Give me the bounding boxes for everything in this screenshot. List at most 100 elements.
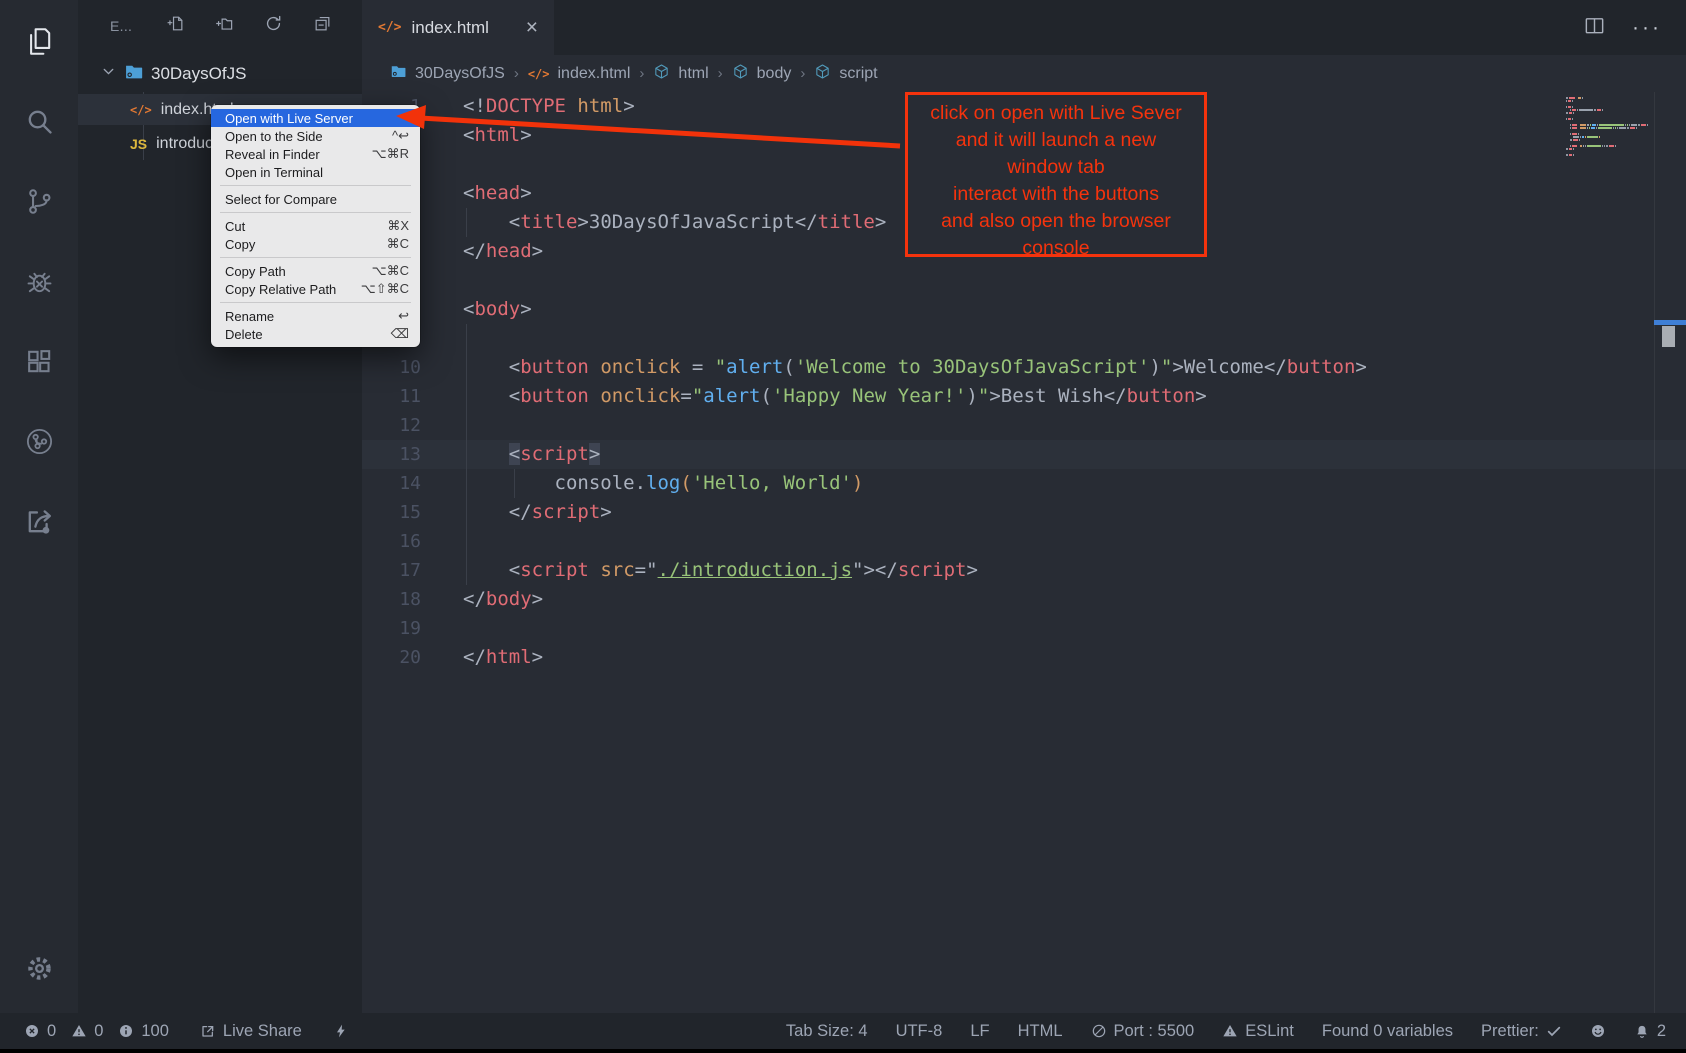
line-content — [421, 266, 463, 295]
status-item-0[interactable]: 0 — [24, 1022, 56, 1041]
status-item-live-share[interactable]: Live Share — [200, 1022, 302, 1041]
new-folder-icon[interactable] — [215, 14, 234, 38]
status-item-label: Prettier: — [1481, 1022, 1539, 1041]
menu-item-label: Copy — [225, 237, 371, 252]
status-item-eslint[interactable]: ESLint — [1222, 1022, 1294, 1041]
status-item-0[interactable]: 0 — [71, 1022, 103, 1041]
breadcrumb-separator: › — [505, 65, 528, 82]
line-content — [421, 614, 463, 643]
menu-item-copy[interactable]: Copy⌘C — [211, 235, 420, 253]
menu-item-open-to-the-side[interactable]: Open to the Side^↩ — [211, 127, 420, 145]
git-graph-icon[interactable] — [16, 418, 62, 464]
status-item-prettier-[interactable]: Prettier: — [1481, 1022, 1562, 1041]
scrollbar-thumb[interactable] — [1662, 326, 1675, 347]
status-item-label: HTML — [1018, 1022, 1063, 1041]
run-debug-icon[interactable] — [16, 258, 62, 304]
code-line-9: 9 — [362, 324, 1686, 353]
activity-bar-bottom — [16, 945, 62, 1013]
annotation-box: click on open with Live Severand it will… — [905, 92, 1207, 257]
status-item-tab-size-4[interactable]: Tab Size: 4 — [786, 1022, 868, 1041]
line-content: </head> — [421, 237, 543, 266]
breadcrumb-separator: › — [709, 65, 732, 82]
menu-item-shortcut: ⌘X — [387, 218, 409, 234]
status-item-label: UTF-8 — [896, 1022, 943, 1041]
breadcrumb-label: 30DaysOfJS — [415, 65, 505, 83]
code-line-15: 15 </script> — [362, 498, 1686, 527]
refresh-icon[interactable] — [264, 14, 283, 38]
status-item-2[interactable]: 2 — [1634, 1022, 1666, 1041]
menu-item-reveal-in-finder[interactable]: Reveal in Finder⌥⌘R — [211, 145, 420, 163]
status-item-bolt[interactable] — [333, 1023, 349, 1039]
menu-item-open-in-terminal[interactable]: Open in Terminal — [211, 163, 420, 181]
scrollbar-track — [1654, 92, 1655, 1013]
menu-separator — [220, 185, 411, 186]
menu-item-open-with-live-server[interactable]: Open with Live Server — [211, 109, 420, 127]
line-content: <script> — [421, 440, 600, 469]
breadcrumb: 30DaysOfJS›</>index.html›html›body›scrip… — [362, 55, 1686, 92]
line-content: </script> — [421, 498, 612, 527]
breadcrumb-label: script — [839, 65, 877, 83]
chevron-down-icon[interactable] — [100, 63, 117, 85]
line-number: 16 — [362, 527, 421, 556]
line-content: console.log('Hello, World') — [421, 469, 863, 498]
code-line-10: 10 <button onclick = "alert('Welcome to … — [362, 353, 1686, 382]
status-item-utf-8[interactable]: UTF-8 — [896, 1022, 943, 1041]
explorer-header: E... — [78, 0, 362, 38]
line-content — [421, 411, 463, 440]
status-item-found-0-variables[interactable]: Found 0 variables — [1322, 1022, 1453, 1041]
search-icon[interactable] — [16, 98, 62, 144]
context-menu: Open with Live ServerOpen to the Side^↩R… — [211, 105, 420, 347]
tab-index-html[interactable]: </> index.html × — [362, 0, 554, 55]
line-content: <script src="./introduction.js"></script… — [421, 556, 978, 585]
menu-item-shortcut: ^↩ — [392, 128, 409, 144]
tab-close-icon[interactable]: × — [526, 17, 538, 38]
minimap[interactable] — [1566, 97, 1652, 157]
source-control-icon[interactable] — [16, 178, 62, 224]
menu-item-copy-relative-path[interactable]: Copy Relative Path⌥⇧⌘C — [211, 280, 420, 298]
extensions-icon[interactable] — [16, 338, 62, 384]
menu-item-cut[interactable]: Cut⌘X — [211, 217, 420, 235]
status-item-100[interactable]: 100 — [118, 1022, 169, 1041]
split-editor-icon[interactable] — [1583, 14, 1606, 42]
status-item-label: Live Share — [223, 1022, 302, 1041]
breadcrumb-item-script[interactable]: script — [814, 63, 877, 85]
editor-actions: ··· — [1583, 14, 1686, 42]
status-item-lf[interactable]: LF — [970, 1022, 989, 1041]
menu-item-label: Copy Relative Path — [225, 282, 345, 297]
breadcrumb-item-body[interactable]: body — [732, 63, 792, 85]
status-item-html[interactable]: HTML — [1018, 1022, 1063, 1041]
breadcrumb-item-html[interactable]: html — [653, 63, 708, 85]
menu-item-shortcut: ⌥⌘C — [372, 263, 409, 279]
line-number: 12 — [362, 411, 421, 440]
menu-item-select-for-compare[interactable]: Select for Compare — [211, 190, 420, 208]
breadcrumb-separator: › — [630, 65, 653, 82]
line-content: </html> — [421, 643, 543, 672]
code-line-20: 20</html> — [362, 643, 1686, 672]
menu-item-label: Open in Terminal — [225, 165, 409, 180]
settings-icon[interactable] — [16, 945, 62, 991]
line-number: 11 — [362, 382, 421, 411]
indent-guide — [514, 469, 515, 498]
menu-item-copy-path[interactable]: Copy Path⌥⌘C — [211, 262, 420, 280]
status-item-port-5500[interactable]: Port : 5500 — [1091, 1022, 1195, 1041]
status-bar-left: 00 100 Live Share — [24, 1022, 349, 1041]
breadcrumb-item-index-html[interactable]: </>index.html — [528, 65, 631, 83]
collapse-all-icon[interactable] — [313, 14, 332, 38]
bell-icon — [1634, 1023, 1650, 1039]
more-actions-icon[interactable]: ··· — [1632, 16, 1662, 40]
menu-item-rename[interactable]: Rename↩ — [211, 307, 420, 325]
menu-separator — [220, 302, 411, 303]
live-share-icon[interactable] — [16, 498, 62, 544]
editor-tab-bar: </> index.html × ··· — [362, 0, 1686, 55]
menu-item-delete[interactable]: Delete⌫ — [211, 325, 420, 343]
status-item-smiley[interactable] — [1590, 1023, 1606, 1039]
smiley-icon — [1590, 1023, 1606, 1039]
cube-icon — [814, 63, 831, 85]
code-line-7: 7 — [362, 266, 1686, 295]
tree-folder-30DaysOfJS[interactable]: 30DaysOfJS — [78, 58, 362, 90]
breadcrumb-item-30daysofjs[interactable]: 30DaysOfJS — [390, 63, 505, 85]
activity-bar — [0, 0, 78, 1013]
explorer-icon[interactable] — [16, 18, 62, 64]
new-file-icon[interactable] — [166, 14, 185, 38]
line-content — [421, 527, 463, 556]
